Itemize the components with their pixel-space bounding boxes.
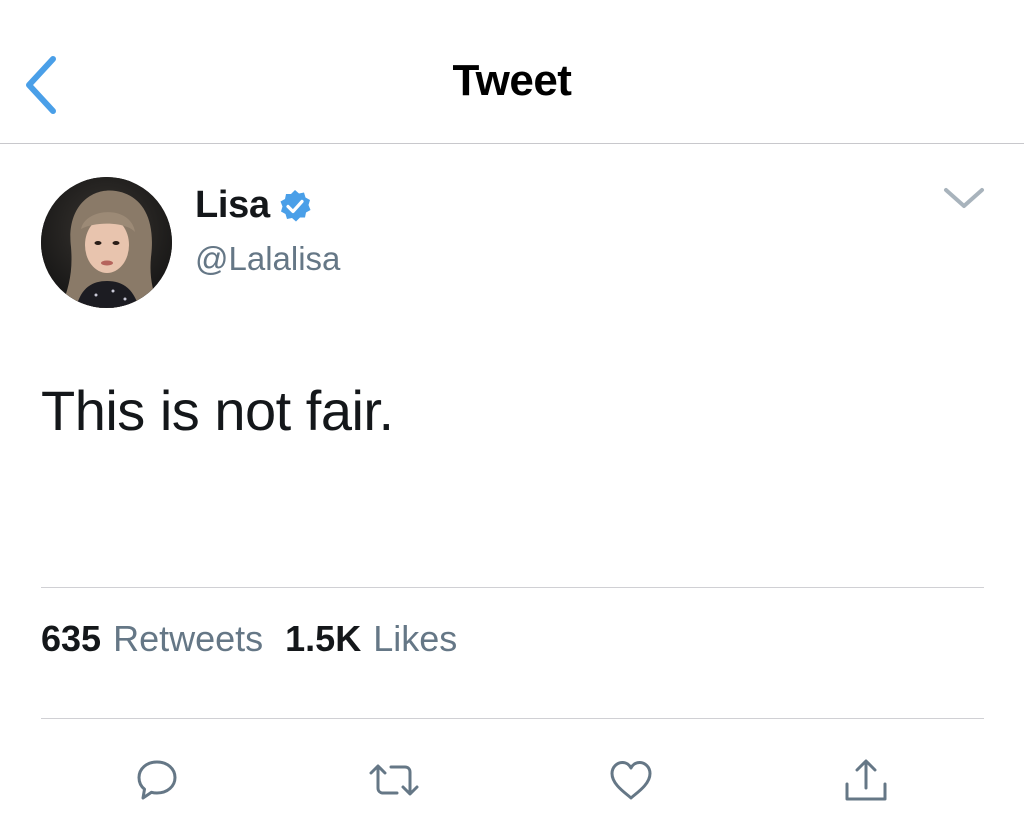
like-button[interactable] — [603, 752, 659, 808]
avatar[interactable] — [41, 177, 172, 308]
likes-label: Likes — [373, 618, 458, 659]
speech-bubble-icon — [137, 760, 177, 800]
avatar-image — [41, 177, 172, 308]
author-name: Lisa — [195, 184, 270, 226]
retweets-stat[interactable]: 635 Retweets — [41, 618, 263, 660]
tweet-stats: 635 Retweets 1.5K Likes — [41, 618, 457, 660]
retweets-count: 635 — [41, 618, 102, 659]
divider — [41, 587, 984, 588]
verified-badge-icon — [280, 189, 311, 221]
tweet-detail-screen: Tweet Lisa @Lalalisa This is not fair. 6… — [0, 0, 1024, 838]
likes-stat[interactable]: 1.5K Likes — [285, 618, 457, 660]
divider — [41, 718, 984, 719]
retweets-label: Retweets — [113, 618, 264, 659]
nav-bar: Tweet — [0, 0, 1024, 144]
heart-icon — [610, 761, 652, 800]
author-name-row[interactable]: Lisa — [195, 184, 312, 227]
tweet-text: This is not fair. — [41, 379, 394, 442]
likes-count: 1.5K — [285, 618, 362, 659]
tweet-options-button[interactable] — [938, 178, 990, 218]
share-icon — [845, 759, 887, 801]
page-title: Tweet — [452, 56, 572, 105]
share-button[interactable] — [838, 752, 894, 808]
reply-button[interactable] — [129, 752, 185, 808]
chevron-down-icon — [944, 188, 984, 208]
retweet-button[interactable] — [366, 752, 422, 808]
author-handle[interactable]: @Lalalisa — [195, 240, 340, 278]
retweet-icon — [369, 764, 419, 796]
